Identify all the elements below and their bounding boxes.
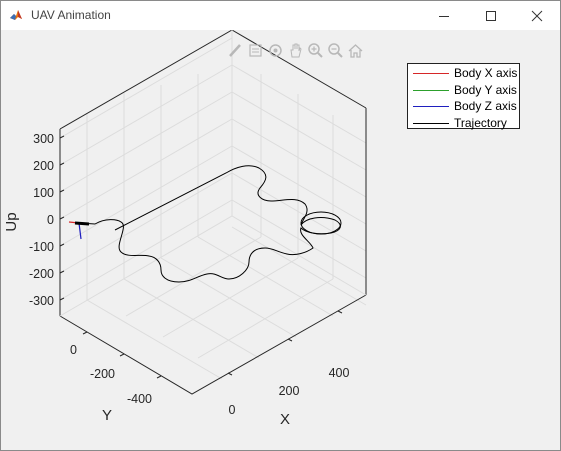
pan-icon[interactable] [287,42,304,59]
x-tick-400: 400 [329,366,350,380]
legend-label-trajectory: Trajectory [454,115,507,130]
rotate-3d-icon[interactable] [267,42,284,59]
legend-swatch-body-z [413,106,449,107]
legend-entry-body-x: Body X axis [408,65,519,82]
legend-label-body-z: Body Z axis [454,99,517,113]
minimize-icon [439,15,449,17]
y-axis-label: Y [102,407,112,424]
legend-entry-trajectory: Trajectory [408,115,519,132]
z-tick-neg300: -300 [29,294,54,308]
brush-icon[interactable] [227,42,244,59]
legend-entry-body-z: Body Z axis [408,98,519,115]
uav-body [74,221,90,226]
zoom-out-icon[interactable] [327,42,344,59]
title-bar: UAV Animation [1,1,560,30]
z-axis-label: Up [3,212,20,231]
legend-label-body-y: Body Y axis [454,82,517,97]
z-tick-100: 100 [33,186,54,200]
maximize-icon [486,10,496,21]
loop-ellipse [300,211,342,235]
x-tick-200: 200 [279,384,300,398]
z-tick-0: 0 [47,213,54,227]
maximize-button[interactable] [468,1,514,30]
legend-swatch-body-x [413,73,449,74]
y-tick-neg400: -400 [127,392,152,406]
x-tick-0: 0 [229,403,236,417]
legend-entry-body-y: Body Y axis [408,82,519,99]
home-icon[interactable] [347,42,364,59]
z-tick-300: 300 [33,132,54,146]
window-title: UAV Animation [31,8,111,22]
matlab-logo-icon [9,8,23,22]
z-tick-200: 200 [33,159,54,173]
close-icon [531,10,543,21]
data-tips-icon[interactable] [247,42,264,59]
z-tick-neg200: -200 [29,267,54,281]
body-z-axis-line [78,222,82,240]
figure-canvas[interactable]: 300 200 100 0 -100 -200 -300 0 -200 -400… [1,30,560,450]
y-tick-0: 0 [70,343,77,357]
z-tick-neg100: -100 [29,240,54,254]
minimize-button[interactable] [421,1,467,30]
zoom-in-icon[interactable] [307,42,324,59]
uav-animation-window: UAV Animation 300 200 100 0 -100 -200 -3… [0,0,561,451]
legend[interactable]: Body X axis Body Y axis Body Z axis Traj… [407,63,520,132]
x-axis-label: X [280,411,290,428]
y-tick-neg200: -200 [90,367,115,381]
close-button[interactable] [514,1,560,30]
axes-toolbar [227,40,364,60]
legend-label-body-x: Body X axis [454,66,518,80]
legend-swatch-body-y [413,89,449,91]
legend-swatch-trajectory [413,122,449,124]
